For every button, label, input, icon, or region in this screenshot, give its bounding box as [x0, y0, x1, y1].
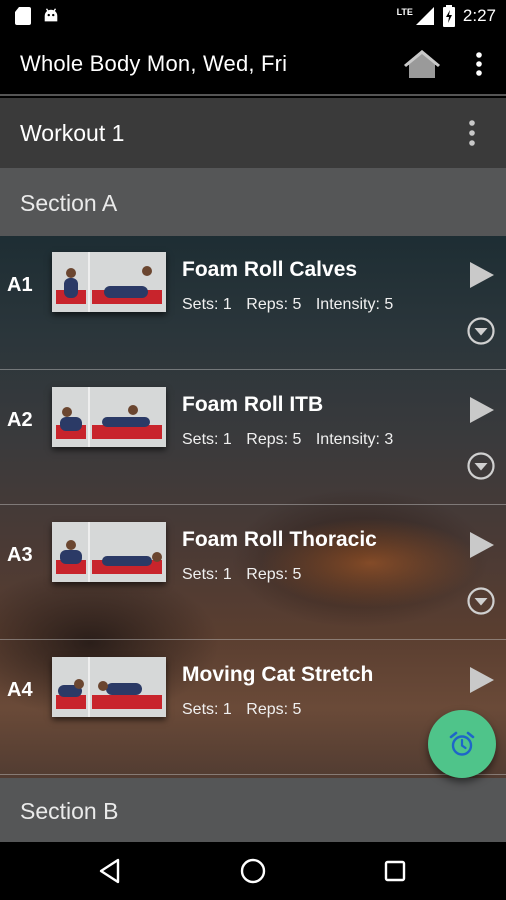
recents-icon[interactable] [380, 856, 410, 886]
exercise-id: A3 [7, 544, 33, 566]
play-icon[interactable] [468, 260, 496, 290]
exercise-stats: Sets: 1 Reps: 5 [182, 566, 311, 584]
system-nav-bar [0, 842, 506, 900]
app-bar: Whole Body Mon, Wed, Fri [0, 32, 506, 96]
back-icon[interactable] [96, 856, 126, 886]
exercise-stats: Sets: 1 Reps: 5 Intensity: 5 [182, 296, 403, 314]
exercise-intensity: Intensity: 5 [315, 296, 394, 313]
workout-title: Workout 1 [20, 120, 125, 146]
expand-circle-icon[interactable] [466, 316, 496, 346]
exercise-thumbnail[interactable] [52, 387, 166, 447]
exercise-stats: Sets: 1 Reps: 5 [182, 701, 311, 719]
exercise-sets: Sets: 1 [182, 431, 232, 448]
android-icon [44, 8, 58, 22]
exercise-thumbnail[interactable] [52, 252, 166, 312]
exercise-row[interactable]: A3 Foam Roll Thoracic Sets: 1 Reps: 5 [0, 506, 506, 640]
sd-card-icon [15, 7, 31, 25]
play-icon[interactable] [468, 530, 496, 560]
exercise-reps: Reps: 5 [246, 566, 302, 583]
exercise-name: Foam Roll Calves [182, 258, 358, 281]
workout-overflow-menu-icon[interactable] [462, 118, 482, 148]
expand-circle-icon[interactable] [466, 586, 496, 616]
play-icon[interactable] [468, 665, 496, 695]
exercise-name: Moving Cat Stretch [182, 663, 374, 686]
section-header-a[interactable]: Section A [0, 168, 506, 236]
exercise-id: A1 [7, 274, 33, 296]
exercise-stats: Sets: 1 Reps: 5 Intensity: 3 [182, 431, 403, 449]
battery-icon [442, 5, 455, 27]
exercise-row[interactable]: A1 Foam Roll Calves Sets: 1 Reps: 5 Inte… [0, 236, 506, 370]
exercise-reps: Reps: 5 [246, 296, 302, 313]
alarm-icon [449, 731, 475, 756]
app-title: Whole Body Mon, Wed, Fri [20, 51, 288, 76]
workout-header[interactable]: Workout 1 [0, 98, 506, 168]
home-circle-icon[interactable] [238, 856, 268, 886]
section-label: Section A [20, 190, 118, 216]
exercise-name: Foam Roll ITB [182, 393, 324, 416]
home-icon[interactable] [402, 48, 442, 80]
exercise-sets: Sets: 1 [182, 566, 232, 583]
network-type: LTE [396, 7, 413, 17]
exercise-sets: Sets: 1 [182, 701, 232, 718]
signal-icon [415, 7, 434, 25]
status-bar: LTE 2:27 [0, 0, 506, 32]
exercise-reps: Reps: 5 [246, 431, 302, 448]
clock: 2:27 [462, 6, 496, 25]
exercise-row[interactable]: A2 Foam Roll ITB Sets: 1 Reps: 5 Intensi… [0, 371, 506, 505]
exercise-id: A2 [7, 409, 33, 431]
timer-fab-button[interactable] [428, 710, 496, 778]
play-icon[interactable] [468, 395, 496, 425]
exercise-name: Foam Roll Thoracic [182, 528, 377, 551]
section-label: Section B [20, 798, 119, 824]
exercise-thumbnail[interactable] [52, 657, 166, 717]
exercise-sets: Sets: 1 [182, 296, 232, 313]
section-header-b[interactable]: Section B [0, 778, 506, 842]
expand-circle-icon[interactable] [466, 451, 496, 481]
exercise-intensity: Intensity: 3 [315, 431, 394, 448]
exercise-reps: Reps: 5 [246, 701, 302, 718]
exercise-thumbnail[interactable] [52, 522, 166, 582]
overflow-menu-icon[interactable] [470, 50, 488, 78]
exercise-id: A4 [7, 679, 33, 701]
